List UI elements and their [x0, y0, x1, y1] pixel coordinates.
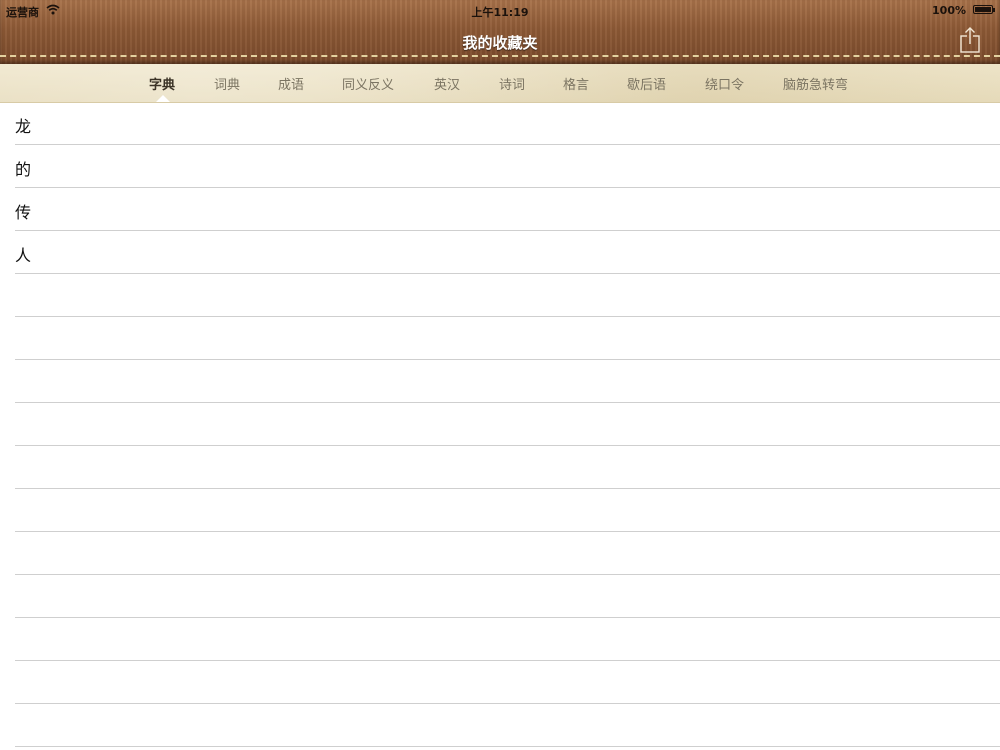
list-item[interactable]: 人 [15, 231, 1000, 274]
list-item[interactable]: 的 [15, 145, 1000, 188]
empty-row [15, 446, 1000, 489]
empty-row [15, 575, 1000, 618]
empty-row [15, 661, 1000, 704]
tab-shici[interactable]: 诗词 [499, 74, 525, 93]
empty-row [15, 274, 1000, 317]
empty-row [15, 532, 1000, 575]
status-time: 上午11:19 [471, 6, 529, 19]
page-title: 我的收藏夹 [462, 34, 538, 52]
list-item-text: 传 [15, 203, 32, 222]
category-tabbar: 字典 词典 成语 同义反义 英汉 诗词 格言 歇后语 绕口令 脑筋急转弯 [0, 64, 1000, 103]
tab-yinghan[interactable]: 英汉 [434, 74, 460, 93]
list-item[interactable]: 龙 [15, 102, 1000, 145]
stitch-decoration [0, 55, 1000, 57]
status-bar: 运营商 上午11:19 100% [0, 0, 1000, 20]
empty-row [15, 618, 1000, 661]
list-item-text: 的 [15, 160, 32, 179]
tab-geyan[interactable]: 格言 [563, 74, 589, 93]
active-tab-indicator [156, 95, 170, 102]
list-item-text: 人 [15, 246, 32, 265]
list-item-text: 龙 [15, 117, 32, 136]
tab-naojin-jizhuanwan[interactable]: 脑筋急转弯 [783, 74, 848, 93]
tab-raokouling[interactable]: 绕口令 [705, 74, 744, 93]
empty-row [15, 704, 1000, 747]
tab-chengyu[interactable]: 成语 [278, 74, 304, 93]
share-icon[interactable] [958, 26, 982, 54]
tab-cidian[interactable]: 词典 [214, 74, 240, 93]
tab-tongyi-fanyi[interactable]: 同义反义 [342, 74, 394, 93]
empty-row [15, 403, 1000, 446]
battery-icon [973, 5, 995, 14]
tab-zidian[interactable]: 字典 [149, 74, 175, 93]
tab-xiehouyu[interactable]: 歇后语 [627, 74, 666, 93]
empty-row [15, 360, 1000, 403]
list-item[interactable]: 传 [15, 188, 1000, 231]
header-bar: 运营商 上午11:19 100% 我的收藏夹 [0, 0, 1000, 64]
empty-row [15, 489, 1000, 532]
battery-percent: 100% [932, 4, 966, 17]
empty-row [15, 317, 1000, 360]
